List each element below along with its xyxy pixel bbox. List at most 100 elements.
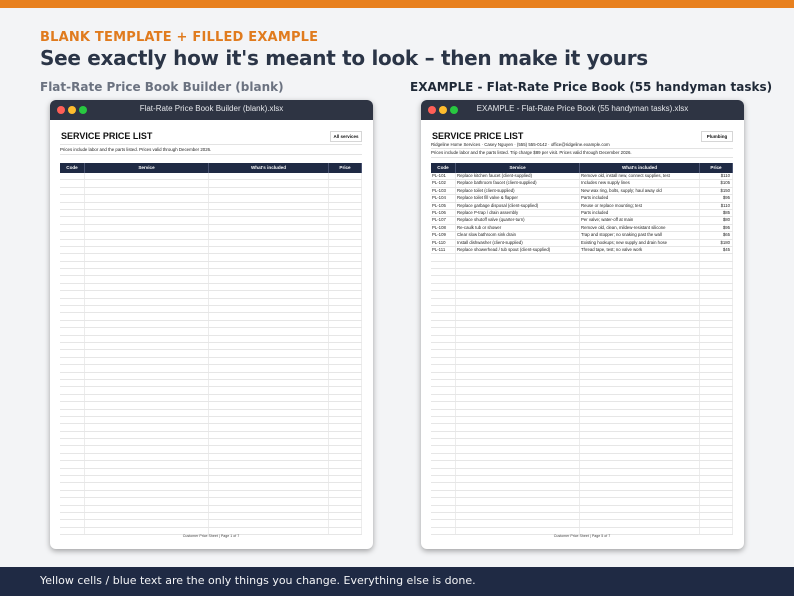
included-cell[interactable]	[209, 476, 329, 483]
included-cell[interactable]	[580, 298, 700, 306]
price-cell[interactable]	[329, 209, 362, 217]
price-cell[interactable]	[329, 409, 362, 416]
included-cell[interactable]	[580, 453, 700, 461]
included-cell[interactable]	[209, 365, 329, 372]
price-cell[interactable]	[700, 431, 733, 439]
price-cell[interactable]	[329, 283, 362, 291]
price-cell[interactable]	[329, 439, 362, 446]
price-cell[interactable]	[329, 424, 362, 431]
included-cell[interactable]	[580, 379, 700, 387]
service-cell[interactable]	[456, 276, 580, 283]
included-cell[interactable]	[209, 498, 329, 505]
code-cell[interactable]	[60, 468, 85, 476]
included-cell[interactable]	[580, 350, 700, 357]
service-cell[interactable]: Replace P-trap / drain assembly	[456, 209, 580, 217]
service-cell[interactable]: Replace bathroom faucet (client-supplied…	[456, 180, 580, 187]
price-cell[interactable]: $110	[700, 173, 733, 180]
service-cell[interactable]	[456, 416, 580, 424]
service-cell[interactable]	[456, 424, 580, 431]
service-cell[interactable]	[85, 187, 209, 195]
code-cell[interactable]	[60, 498, 85, 505]
price-cell[interactable]	[700, 424, 733, 431]
service-cell[interactable]	[85, 254, 209, 261]
price-cell[interactable]	[700, 439, 733, 446]
service-cell[interactable]	[85, 239, 209, 246]
price-cell[interactable]	[329, 394, 362, 402]
service-cell[interactable]	[85, 372, 209, 379]
code-cell[interactable]	[431, 335, 456, 342]
included-cell[interactable]	[209, 298, 329, 306]
included-cell[interactable]	[209, 239, 329, 246]
price-cell[interactable]	[700, 357, 733, 365]
service-cell[interactable]	[85, 446, 209, 453]
code-cell[interactable]	[60, 298, 85, 306]
price-cell[interactable]	[329, 350, 362, 357]
code-cell[interactable]: PL-110	[431, 239, 456, 246]
included-cell[interactable]	[580, 335, 700, 342]
price-cell[interactable]	[700, 276, 733, 283]
price-cell[interactable]	[700, 291, 733, 298]
service-cell[interactable]: Replace toilet (client-supplied)	[456, 187, 580, 195]
code-cell[interactable]	[60, 483, 85, 490]
service-cell[interactable]	[456, 490, 580, 498]
price-cell[interactable]	[700, 320, 733, 328]
code-cell[interactable]	[60, 320, 85, 328]
code-cell[interactable]	[431, 365, 456, 372]
price-cell[interactable]	[329, 328, 362, 335]
service-cell[interactable]	[456, 269, 580, 276]
price-cell[interactable]	[329, 387, 362, 394]
included-cell[interactable]	[580, 402, 700, 409]
code-cell[interactable]	[431, 468, 456, 476]
service-cell[interactable]	[85, 483, 209, 490]
price-cell[interactable]	[329, 402, 362, 409]
code-cell[interactable]	[431, 520, 456, 527]
code-cell[interactable]	[431, 505, 456, 512]
code-cell[interactable]	[431, 283, 456, 291]
code-cell[interactable]	[60, 187, 85, 195]
included-cell[interactable]	[580, 283, 700, 291]
service-cell[interactable]	[456, 498, 580, 505]
code-cell[interactable]	[431, 483, 456, 490]
code-cell[interactable]	[60, 424, 85, 431]
price-cell[interactable]	[329, 217, 362, 224]
price-cell[interactable]	[329, 476, 362, 483]
included-cell[interactable]	[209, 187, 329, 195]
code-cell[interactable]	[431, 261, 456, 269]
price-cell[interactable]: $85	[700, 209, 733, 217]
code-cell[interactable]: PL-108	[431, 224, 456, 232]
code-cell[interactable]	[60, 224, 85, 232]
service-cell[interactable]	[85, 313, 209, 320]
service-cell[interactable]	[85, 520, 209, 527]
price-cell[interactable]	[700, 335, 733, 342]
service-cell[interactable]	[456, 461, 580, 468]
code-cell[interactable]	[431, 490, 456, 498]
included-cell[interactable]	[209, 232, 329, 239]
service-cell[interactable]	[85, 283, 209, 291]
included-cell[interactable]: Thread tape, test; no valve work	[580, 246, 700, 254]
service-cell[interactable]	[456, 512, 580, 520]
included-cell[interactable]	[209, 424, 329, 431]
code-cell[interactable]	[60, 342, 85, 350]
service-cell[interactable]	[456, 372, 580, 379]
category-cell[interactable]: Plumbing	[701, 131, 733, 142]
code-cell[interactable]: PL-111	[431, 246, 456, 254]
price-cell[interactable]	[329, 453, 362, 461]
service-cell[interactable]	[85, 424, 209, 431]
price-cell[interactable]	[329, 446, 362, 453]
included-cell[interactable]	[209, 409, 329, 416]
service-cell[interactable]	[85, 461, 209, 468]
code-cell[interactable]	[431, 453, 456, 461]
included-cell[interactable]	[580, 357, 700, 365]
service-cell[interactable]	[85, 276, 209, 283]
price-cell[interactable]	[700, 313, 733, 320]
included-cell[interactable]	[580, 261, 700, 269]
service-cell[interactable]	[85, 180, 209, 187]
service-cell[interactable]	[456, 261, 580, 269]
price-cell[interactable]	[329, 224, 362, 232]
service-cell[interactable]	[456, 335, 580, 342]
price-cell[interactable]	[700, 387, 733, 394]
code-cell[interactable]	[431, 402, 456, 409]
included-cell[interactable]	[580, 313, 700, 320]
price-cell[interactable]	[700, 283, 733, 291]
code-cell[interactable]	[60, 512, 85, 520]
